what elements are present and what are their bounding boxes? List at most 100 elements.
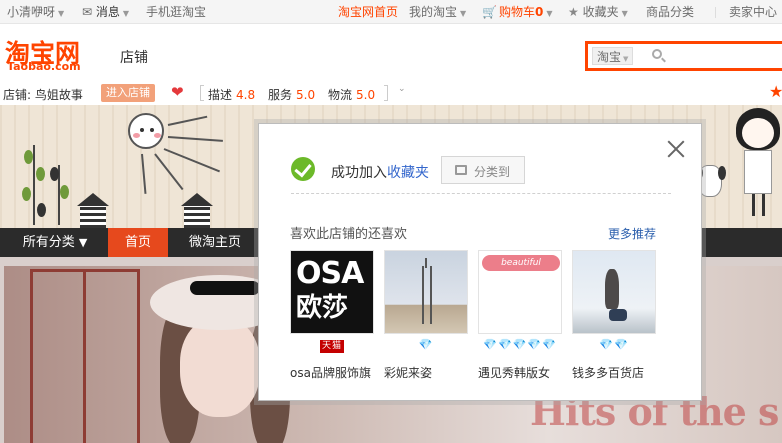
leaf-shape — [50, 167, 59, 181]
rating-value: 5.0 — [356, 88, 376, 102]
leaf-shape — [36, 167, 45, 181]
triangle-down-icon: ▼ — [78, 236, 88, 249]
close-icon[interactable] — [665, 138, 687, 160]
heart-icon[interactable]: ❤ — [171, 83, 184, 101]
search-box[interactable]: 淘宝 ▼ — [585, 41, 782, 71]
top-bar: 小清咿呀 ▼ ✉ 消息 ▼ 手机逛淘宝 淘宝网首页 我的淘宝 ▼ 🛒 购物车0 ▼ ★ 收… — [0, 0, 782, 24]
search-scope-select[interactable]: 淘宝 ▼ — [592, 47, 634, 65]
leg — [752, 194, 755, 216]
cart-link[interactable]: 🛒 购物车0 ▼ — [482, 0, 552, 24]
rating-value: 5.0 — [296, 88, 316, 102]
cart-count: 0 — [534, 5, 544, 19]
eiffel-tower-shape — [422, 258, 432, 324]
shop-label-text: 店铺: — [3, 88, 32, 102]
diamond-icon: 💎💎 — [599, 338, 629, 351]
categories-link[interactable]: 商品分类 — [646, 0, 694, 24]
thumb-logo-text: beautiful — [482, 255, 560, 271]
sun-face-illustration — [128, 113, 164, 149]
diamond-icon: 💎 — [418, 338, 434, 351]
user-menu[interactable]: 小清咿呀 ▼ — [7, 0, 64, 24]
shop-name[interactable]: 钱多多百货店 — [572, 364, 672, 381]
my-taobao-label: 我的淘宝 — [409, 5, 458, 19]
leaf-shape — [37, 203, 46, 217]
chevron-down-icon: ▼ — [546, 9, 553, 18]
favorites-link[interactable]: 收藏夹 — [387, 165, 429, 181]
cart-icon: 🛒 — [482, 5, 497, 19]
rating-label: 服务 — [268, 88, 293, 102]
shop-info-row: 店铺: 鸟姐故事 进入店铺 ❤ 描述 4.8 服务 5.0 物流 5.0 ⌄ — [0, 83, 782, 103]
chevron-down-icon: ▼ — [623, 55, 629, 63]
shop-name[interactable]: 彩妮来姿 — [384, 364, 484, 381]
model-face — [180, 317, 260, 417]
my-taobao-menu[interactable]: 我的淘宝 ▼ — [409, 0, 466, 24]
taobao-home-link[interactable]: 淘宝网首页 — [338, 0, 398, 24]
shop-name[interactable]: osa品牌服饰旗 — [290, 364, 390, 381]
house-illustration — [181, 193, 213, 228]
categorize-label: 分类到 — [474, 165, 511, 179]
favorite-success-dialog: 成功加入收藏夹 分类到 喜欢此店铺的还喜欢 更多推荐 OSA 欧莎 天猫 osa… — [258, 123, 702, 401]
leaf-shape — [24, 150, 33, 164]
rating-value: 4.8 — [236, 88, 256, 102]
chevron-down-icon[interactable]: ⌄ — [398, 84, 406, 94]
leg — [762, 194, 765, 216]
tmall-badge: 天猫 — [319, 340, 344, 353]
more-recommend-link[interactable]: 更多推荐 — [608, 225, 656, 242]
diamond-icon: 💎💎💎💎💎 — [483, 338, 557, 351]
mobile-taobao-link[interactable]: 手机逛淘宝 — [146, 0, 206, 24]
thumb-logo-text: OSA — [296, 256, 364, 291]
shop-badges: 天猫 — [290, 338, 374, 353]
divider — [291, 193, 671, 194]
recommend-title: 喜欢此店铺的还喜欢 — [290, 227, 408, 242]
nav-all-categories-label: 所有分类 — [22, 235, 75, 250]
nav-weitao[interactable]: 微淘主页 — [180, 228, 250, 257]
tree-illustration — [33, 145, 35, 225]
messages-menu[interactable]: ✉ 消息 ▼ — [82, 0, 129, 24]
body — [744, 150, 772, 194]
house-illustration — [77, 193, 109, 228]
rating-service: 服务 5.0 — [268, 86, 315, 103]
cart-label: 购物车 — [498, 5, 535, 19]
eye — [150, 128, 154, 132]
nav-all-categories[interactable]: 所有分类 ▼ — [13, 228, 97, 257]
shop-thumbnail[interactable] — [384, 250, 468, 334]
chevron-down-icon: ▼ — [460, 9, 467, 18]
favorites-menu[interactable]: ★ 收藏夹 ▼ — [568, 0, 628, 24]
shop-thumbnail[interactable]: beautiful — [478, 250, 562, 334]
hat-band — [190, 281, 260, 295]
rating-description: 描述 4.8 — [208, 86, 255, 103]
categorize-button[interactable]: 分类到 — [441, 156, 525, 184]
seller-center-menu[interactable]: 卖家中心 — [729, 0, 777, 24]
cheek — [133, 133, 140, 138]
girl-illustration — [728, 108, 782, 216]
header-section-title: 店铺 — [120, 50, 148, 66]
chevron-down-icon: ▼ — [122, 9, 130, 18]
divider — [384, 85, 388, 101]
favorites-label: 收藏夹 — [582, 5, 619, 19]
enter-shop-button[interactable]: 进入店铺 — [101, 84, 155, 102]
shop-thumbnail[interactable] — [572, 250, 656, 334]
thumb-logo-text: 欧莎 — [296, 293, 349, 323]
nav-home[interactable]: 首页 — [108, 228, 168, 257]
leaf-shape — [60, 185, 69, 199]
cheek — [154, 133, 161, 138]
shop-name[interactable]: 鸟姐故事 — [35, 88, 83, 102]
star-icon: ★ — [769, 82, 782, 101]
eye — [140, 128, 144, 132]
person-shape — [609, 309, 627, 321]
shop-name[interactable]: 遇见秀韩版女 — [478, 364, 578, 381]
success-text: 成功加入 — [331, 165, 387, 181]
rating-label: 描述 — [208, 88, 233, 102]
mail-icon: ✉ — [82, 5, 93, 19]
rating-label: 物流 — [328, 88, 353, 102]
star-icon: ★ — [568, 5, 579, 19]
messages-label: 消息 — [95, 5, 120, 19]
person-shape — [605, 269, 619, 309]
leaf-shape — [22, 187, 31, 201]
logo-en: Taobao.com — [7, 60, 81, 73]
rating-logistics: 物流 5.0 — [328, 86, 375, 103]
divider — [715, 7, 716, 18]
chevron-down-icon: ▼ — [621, 9, 628, 18]
search-icon — [652, 49, 662, 59]
shop-thumbnail[interactable]: OSA 欧莎 — [290, 250, 374, 334]
divider — [200, 85, 204, 101]
